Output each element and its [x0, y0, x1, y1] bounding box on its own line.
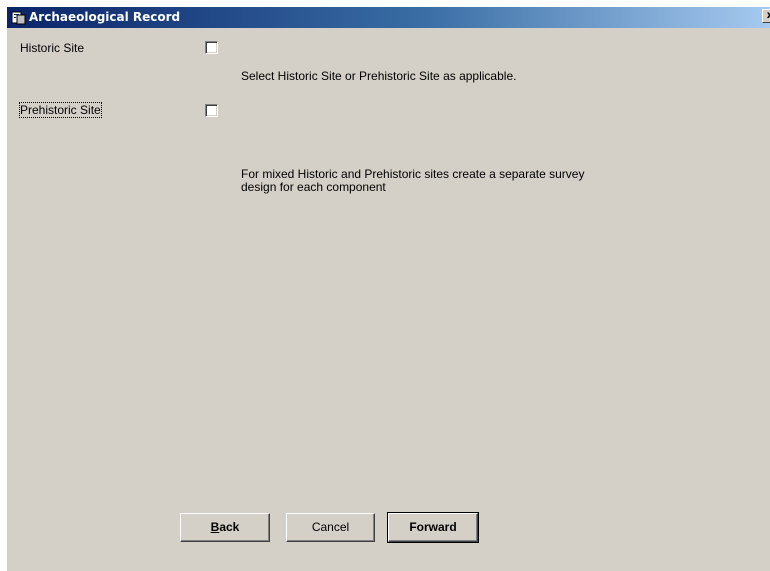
historic-site-label[interactable]: Historic Site — [20, 41, 84, 55]
window-title: Archaeological Record — [29, 10, 181, 24]
cancel-button[interactable]: Cancel — [286, 513, 375, 542]
archaeological-record-window: Archaeological Record x Historic Site Se… — [7, 7, 770, 571]
back-mnemonic: B — [210, 520, 220, 534]
mixed-sites-hint: For mixed Historic and Prehistoric sites… — [241, 168, 584, 194]
back-label: ack — [219, 520, 240, 534]
prehistoric-site-label[interactable]: Prehistoric Site — [19, 102, 102, 118]
title-bar[interactable]: Archaeological Record x — [7, 7, 770, 28]
close-button[interactable]: x — [762, 9, 770, 23]
prehistoric-site-checkbox[interactable] — [205, 104, 218, 117]
historic-site-checkbox[interactable] — [205, 41, 218, 54]
forward-button[interactable]: Forward — [387, 512, 479, 543]
select-site-hint: Select Historic Site or Prehistoric Site… — [241, 69, 517, 83]
mixed-sites-hint-line-2: design for each component — [241, 180, 386, 194]
back-button[interactable]: Back — [180, 513, 270, 542]
app-icon — [11, 10, 26, 25]
